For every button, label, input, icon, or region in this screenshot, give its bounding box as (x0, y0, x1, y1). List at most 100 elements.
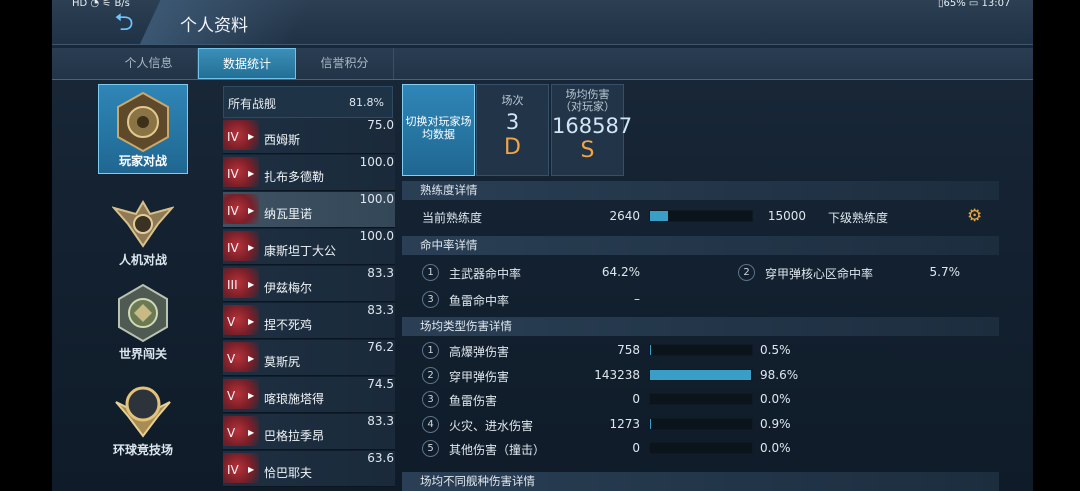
ship-name: 喀琅施塔得 (264, 392, 325, 406)
tab-personal-info[interactable]: 个人信息 (100, 48, 198, 79)
damage-type-label: 高爆弹伤害 (449, 345, 510, 359)
damage-type-bar-fill (650, 418, 651, 429)
pve-emblem-icon (112, 200, 174, 248)
ship-win-pct: 100.0 (359, 192, 394, 206)
ship-name: 恰巴耶夫 (264, 466, 313, 480)
main-gun-accuracy-label: 主武器命中率 (449, 267, 522, 281)
ship-name: 莫斯尻 (264, 355, 301, 369)
ship-name: 巴格拉季昂 (264, 429, 325, 443)
avg-damage-label-2: （对玩家） (560, 100, 615, 113)
ship-row[interactable]: V ▶ 捏不死鸡 83.3 (223, 303, 395, 339)
index-badge: 3 (422, 291, 439, 308)
damage-type-bar (649, 368, 753, 381)
damage-type-bar (649, 393, 753, 405)
ship-row[interactable]: IV ▶ 恰巴耶夫 63.6 (223, 451, 395, 487)
index-badge: 2 (422, 366, 439, 384)
ship-tier: IV (227, 167, 239, 181)
mode-pve[interactable]: 人机对战 (98, 182, 188, 272)
ship-row[interactable]: IV ▶ 西姆斯 75.0 (223, 118, 395, 154)
ship-row[interactable]: IV ▶ 康斯坦丁大公 100.0 (223, 229, 395, 265)
mode-label: 人机对战 (118, 253, 167, 267)
damage-type-section-title: 场均类型伤害详情 (402, 317, 999, 336)
next-proficiency-value: 15000 (767, 209, 806, 223)
back-arrow-icon[interactable]: ⮌ (108, 9, 140, 35)
ship-class-icon: ▶ (248, 317, 255, 326)
damage-type-value: 758 (617, 343, 640, 357)
settings-gear-icon[interactable]: ⚙ (967, 206, 987, 226)
ship-class-icon: ▶ (248, 428, 255, 437)
damage-type-label: 其他伤害（撞击） (449, 443, 546, 457)
avg-damage-label: 场均伤害 （对玩家） (552, 89, 623, 113)
ship-name: 康斯坦丁大公 (264, 244, 337, 258)
switch-average-button[interactable]: 切换对玩家场均数据 (402, 84, 475, 176)
avg-damage-card: 场均伤害 （对玩家） 168587 S (551, 84, 632, 176)
current-proficiency-value: 2640 (609, 209, 640, 223)
index-badge: 1 (422, 264, 439, 281)
games-value: 3 (505, 110, 520, 134)
ship-win-pct: 63.6 (367, 451, 394, 465)
avg-damage-grade: S (580, 138, 595, 163)
ship-row[interactable]: V ▶ 巴格拉季昂 83.3 (223, 414, 395, 450)
ship-tier: V (227, 315, 236, 329)
ship-class-icon: ▶ (248, 354, 255, 363)
damage-type-bar (649, 344, 753, 356)
mode-column: 玩家对战 人机对战 世界闯关 环球竞技场 (92, 82, 192, 491)
mode-label: 环球竞技场 (112, 443, 173, 457)
damage-type-label: 鱼雷伤害 (449, 394, 498, 408)
status-right: ▯65% ▭ 13:07 (938, 0, 1011, 9)
ship-name: 纳瓦里诺 (264, 207, 313, 221)
ship-class-icon: ▶ (248, 465, 255, 474)
ship-row[interactable]: III ▶ 伊兹梅尔 83.3 (223, 266, 395, 302)
ship-tier: V (227, 352, 236, 366)
damage-type-pct: 0.0% (760, 392, 791, 406)
index-badge: 1 (422, 342, 439, 359)
games-card: 场次 3 D (476, 84, 549, 176)
tab-credit-score[interactable]: 信誉积分 (296, 48, 394, 79)
damage-type-value: 0 (632, 392, 640, 406)
ship-type-damage-section-title: 场均不同舰种伤害详情 (402, 472, 999, 491)
current-proficiency-label: 当前熟练度 (422, 211, 483, 225)
ship-tier: IV (227, 463, 239, 477)
main-gun-accuracy-value: 64.2% (601, 265, 640, 279)
ship-win-pct: 76.2 (367, 340, 394, 354)
ship-name: 西姆斯 (264, 133, 301, 147)
mode-pvp[interactable]: 玩家对战 (98, 84, 188, 174)
ship-row[interactable]: IV ▶ 纳瓦里诺 100.0 (223, 192, 395, 228)
ship-class-icon: ▶ (248, 243, 255, 252)
damage-type-bar (649, 417, 753, 430)
accuracy-section-title: 命中率详情 (402, 236, 999, 255)
tab-statistics[interactable]: 数据统计 (198, 48, 296, 79)
index-badge: 4 (422, 415, 439, 433)
ship-name: 伊兹梅尔 (264, 281, 313, 295)
damage-type-pct: 0.5% (760, 343, 791, 357)
damage-type-label: 火灾、进水伤害 (449, 418, 534, 433)
next-proficiency-label: 下级熟练度 (828, 211, 889, 225)
ship-win-pct: 83.3 (367, 414, 394, 428)
arena-emblem-icon (115, 386, 171, 438)
ship-class-icon: ▶ (248, 391, 255, 400)
damage-type-value: 1273 (609, 416, 640, 431)
ship-list-header[interactable]: 所有战舰 81.8% (223, 86, 393, 118)
ship-tier: III (227, 278, 238, 292)
ship-class-icon: ▶ (248, 169, 255, 178)
damage-type-value: 143238 (594, 367, 640, 382)
ship-tier: V (227, 426, 236, 440)
ship-row[interactable]: V ▶ 莫斯尻 76.2 (223, 340, 395, 376)
tab-bar: 个人信息 数据统计 信誉积分 (52, 48, 1033, 80)
ship-row[interactable]: V ▶ 喀琅施塔得 74.5 (223, 377, 395, 413)
damage-type-bar (649, 442, 753, 454)
ship-win-pct: 75.0 (367, 118, 394, 132)
ship-row[interactable]: IV ▶ 扎布多德勒 100.0 (223, 155, 395, 191)
all-ships-label: 所有战舰 (228, 97, 277, 111)
pvp-emblem-icon (117, 91, 169, 153)
switch-label: 切换对玩家场均数据 (405, 115, 472, 141)
status-bar: HD ◔ ⚟ B/s ▯65% ▭ 13:07 (52, 0, 1080, 12)
all-ships-pct: 81.8% (349, 96, 384, 109)
ship-class-icon: ▶ (248, 280, 255, 289)
ship-class-icon: ▶ (248, 206, 255, 215)
mode-global-arena[interactable]: 环球竞技场 (98, 372, 188, 462)
ship-win-pct: 100.0 (359, 155, 394, 169)
mode-label: 玩家对战 (118, 154, 167, 168)
mode-world-campaign[interactable]: 世界闯关 (98, 276, 188, 366)
damage-type-bar-fill (650, 369, 751, 380)
